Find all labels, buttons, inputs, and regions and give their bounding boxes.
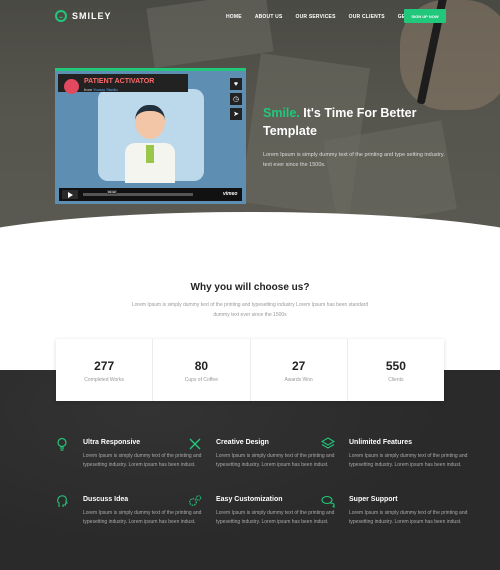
nav-our-services[interactable]: OUR SERVICES — [296, 14, 336, 20]
cartoon-tie — [146, 145, 154, 163]
share-icon[interactable]: ➤ — [230, 108, 242, 120]
feature-creative-design: Creative Design Lorem Ipsum is simply du… — [189, 438, 336, 470]
nav-about-us[interactable]: ABOUT US — [255, 14, 283, 20]
video-player[interactable]: PATIENT ACTIVATOR from Yourzy Studio ♥ ◷… — [55, 68, 246, 204]
nav-our-clients[interactable]: OUR CLIENTS — [349, 14, 385, 20]
heart-icon[interactable]: ♥ — [230, 78, 242, 90]
cartoon-head — [135, 105, 165, 139]
stats-bar: 277 Completed Works 80 Cups of Coffee 27… — [56, 339, 444, 401]
feature-title: Ultra Responsive — [83, 439, 141, 446]
chat-bubbles-icon — [321, 495, 335, 508]
hero-title: Smile. It's Time For Better Template — [263, 104, 463, 140]
feature-unlimited-features: Unlimited Features Lorem Ipsum is simply… — [321, 437, 469, 470]
pencil-ruler-icon — [189, 438, 201, 450]
stat-awards-won: 27 Awards Won — [251, 339, 348, 401]
hero-curve — [0, 212, 500, 240]
feature-super-support: Super Support Lorem Ipsum is simply dumm… — [321, 495, 469, 527]
progress-track[interactable]: 01:42 — [83, 190, 193, 196]
feature-text: Lorem Ipsum is simply dummy text of the … — [83, 453, 202, 468]
video-from: from — [84, 87, 92, 92]
feature-title: Easy Customization — [216, 496, 283, 503]
feature-text: Lorem Ipsum is simply dummy text of the … — [349, 510, 468, 525]
play-icon[interactable] — [62, 190, 78, 199]
feature-title: Duscuss Idea — [83, 496, 129, 503]
stat-label: Clients — [388, 377, 404, 383]
video-author[interactable]: Yourzy Studio — [93, 87, 118, 92]
clock-icon[interactable]: ◷ — [230, 93, 242, 105]
feature-text: Lorem Ipsum is simply dummy text of the … — [349, 453, 468, 468]
hero-title-accent: Smile. — [263, 106, 300, 120]
feature-text: Lorem Ipsum is simply dummy text of the … — [83, 510, 202, 525]
top-nav: SMILEY HOME ABOUT US OUR SERVICES OUR CL… — [0, 0, 500, 34]
lightbulb-icon — [57, 437, 67, 451]
feature-text: Lorem Ipsum is simply dummy text of the … — [216, 510, 335, 525]
video-time: 01:42 — [107, 190, 117, 194]
feature-title: Unlimited Features — [349, 439, 413, 446]
video-title-bar: PATIENT ACTIVATOR from Yourzy Studio — [58, 74, 188, 94]
vimeo-logo[interactable]: vimeo — [223, 191, 237, 197]
channel-avatar[interactable] — [64, 79, 79, 94]
stat-completed-works: 277 Completed Works — [56, 339, 154, 401]
stat-value: 27 — [291, 359, 306, 373]
smiley-icon — [55, 10, 67, 22]
why-title: Why you will choose us? — [190, 282, 310, 293]
hero-description: Lorem Ipsum is simply dummy text of the … — [263, 152, 445, 168]
feature-title: Super Support — [349, 496, 398, 503]
video-byline: from Yourzy Studio — [84, 87, 118, 92]
stat-label: Awards Won — [284, 377, 313, 383]
nav-home[interactable]: HOME — [226, 14, 242, 20]
stat-value: 80 — [194, 359, 209, 373]
layers-icon — [321, 437, 335, 449]
stat-label: Cups of Coffee — [184, 377, 218, 383]
video-title[interactable]: PATIENT ACTIVATOR — [84, 78, 154, 85]
stat-value: 277 — [94, 359, 115, 373]
gears-icon — [189, 495, 202, 506]
why-description: Lorem Ipsum is simply dummy text of the … — [131, 302, 369, 318]
signup-button[interactable]: SIGN UP NOW — [404, 9, 446, 23]
feature-duscuss-idea: Duscuss Idea Lorem Ipsum is simply dummy… — [57, 495, 203, 527]
feature-easy-customization: Easy Customization Lorem Ipsum is simply… — [189, 495, 336, 527]
stat-label: Completed Works — [84, 377, 124, 383]
video-controls: 01:42 vimeo — [59, 188, 242, 201]
logo-text: SMILEY — [72, 11, 112, 21]
feature-title: Creative Design — [216, 439, 269, 446]
feature-ultra-responsive: Ultra Responsive Lorem Ipsum is simply d… — [57, 437, 203, 470]
logo[interactable]: SMILEY — [55, 10, 112, 22]
feature-text: Lorem Ipsum is simply dummy text of the … — [216, 453, 335, 468]
head-idea-icon — [57, 495, 68, 507]
stat-cups-of-coffee: 80 Cups of Coffee — [153, 339, 251, 401]
stat-clients: 550 Clients — [348, 339, 444, 401]
stat-value: 550 — [385, 359, 406, 373]
